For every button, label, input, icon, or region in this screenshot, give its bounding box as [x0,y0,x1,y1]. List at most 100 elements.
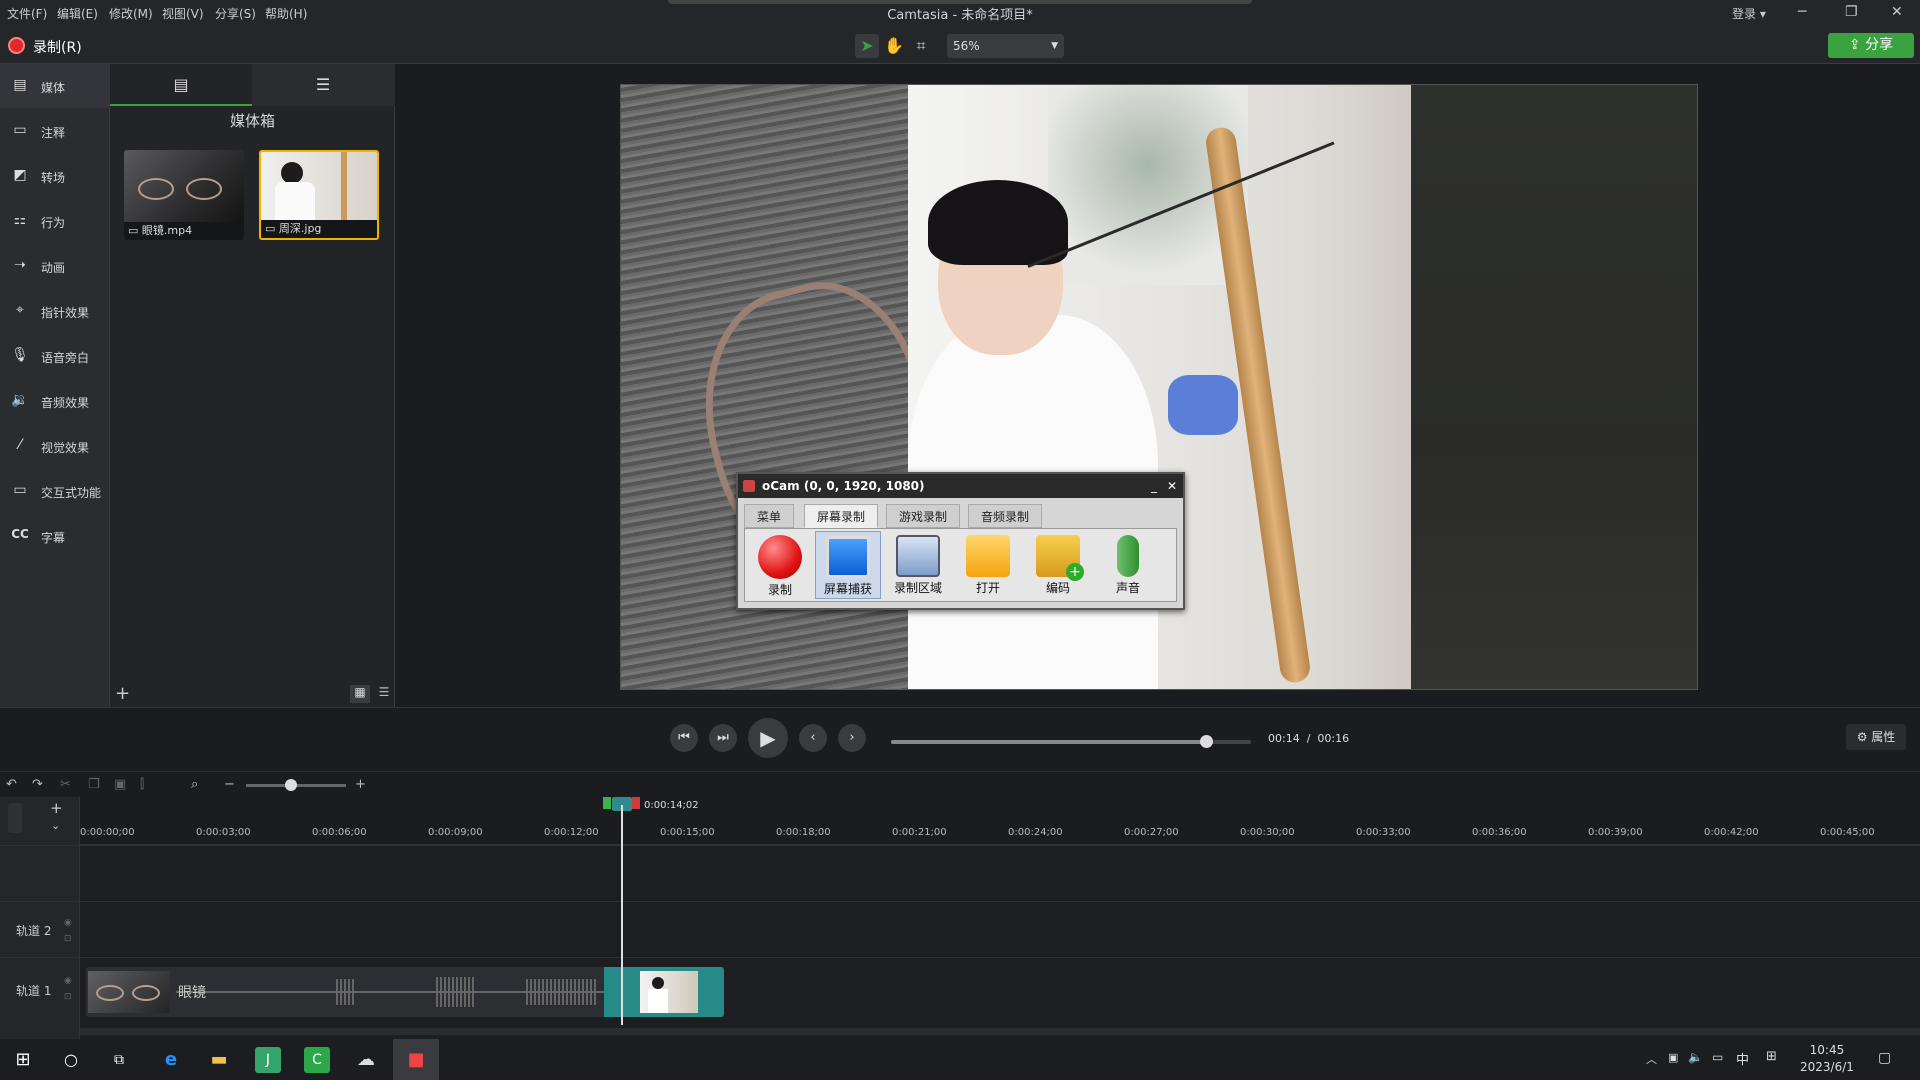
sidebar-item-wand[interactable]: ⁄ 视觉效果 [0,424,110,468]
sidebar-item-speaker[interactable]: 🔉 音频效果 [0,379,110,423]
step-back-icon[interactable]: ⏮ [670,724,698,752]
taskbar-clock[interactable]: 10:45 2023/6/1 [1800,1042,1854,1076]
redo-icon[interactable]: ↷ [32,777,43,792]
volume-icon[interactable]: 🔈 [1688,1050,1703,1064]
crop-tool-icon[interactable]: ⌗ [909,34,933,58]
timeline-zoom-slider[interactable] [246,779,346,791]
next-marker-icon[interactable]: › [838,724,866,752]
ocam-encode-button[interactable]: + 编码 [1025,531,1091,599]
ocam-tab-audio-record[interactable]: 音频录制 [968,504,1043,528]
media-thumb-photo[interactable]: ▭ 周深.jpg [259,150,379,240]
ocam-tab-game-record[interactable]: 游戏录制 [886,504,961,528]
ruler-tick-label: 0:00:36;00 [1472,827,1527,838]
file-explorer-icon[interactable]: ▬ [206,1047,232,1073]
record-button[interactable]: 录制(R) [33,37,82,57]
ocam-record-area-button[interactable]: 录制区域 [885,531,951,599]
ocam-record-button[interactable]: 录制 [747,531,813,599]
play-icon[interactable]: ▶ [748,718,788,758]
zoom-slider-handle[interactable] [285,779,297,791]
track-2[interactable]: 轨道 2 ◉ ⊡ [0,901,1920,957]
ocam-screen-capture-button[interactable]: 屏幕捕获 [815,531,881,599]
timeline-clip-glasses[interactable]: 眼镜 [86,967,724,1017]
media-thumb-glasses[interactable]: ▭ 眼镜.mp4 [124,150,244,240]
tray-chevron-icon[interactable]: ︿ [1646,1051,1657,1067]
ruler-tick-label: 0:00:24;00 [1008,827,1063,838]
copy-icon[interactable]: ❐ [88,777,100,792]
sidebar-item-label: 动画 [41,261,66,275]
paste-icon[interactable]: ▣ [114,777,126,792]
sidebar-item-cursor-effect[interactable]: ⌖ 指针效果 [0,289,110,333]
playback-scrubber[interactable] [891,735,1251,748]
lock-icon[interactable]: ⊡ [64,992,72,1002]
sidebar-item-cc[interactable]: CC 字幕 [0,514,110,558]
marker-toggle[interactable] [8,803,22,833]
restore-icon[interactable]: ❐ [1845,4,1858,20]
tray-app-icon[interactable]: ▣ [1668,1051,1678,1064]
pan-tool-icon[interactable]: ✋ [882,34,906,58]
time-ruler[interactable]: 0:00:00;00 0:00:03;00 0:00:06;00 0:00:09;00… [80,797,1920,845]
ocam-tab-screen-record[interactable]: 屏幕录制 [804,504,879,528]
ocam-sound-button[interactable]: 声音 [1095,531,1161,599]
ocam-taskbar-icon[interactable]: ■ [393,1039,439,1080]
animation-icon: ➝ [14,257,26,273]
ruler-tick-label: 0:00:18;00 [776,827,831,838]
app-gray-icon[interactable]: ☁ [353,1047,379,1073]
sidebar-item-label: 交互式功能 [41,486,102,500]
step-forward-icon[interactable]: ⏭ [709,724,737,752]
split-icon[interactable]: ⫿ [140,777,144,792]
lock-icon[interactable]: ⊡ [64,934,72,944]
ocam-tab-menu[interactable]: 菜单 [744,504,795,528]
previous-marker-icon[interactable]: ‹ [799,724,827,752]
cut-icon[interactable]: ✂ [60,777,71,792]
ocam-close-icon[interactable]: ✕ [1167,474,1177,498]
sidebar-item-media[interactable]: ▤ 媒体 [0,64,110,108]
add-media-icon[interactable]: + [115,683,130,704]
zoom-select[interactable]: 56% ▼ [947,34,1064,58]
bin-title: 媒体箱 [229,112,275,130]
login-button[interactable]: 登录 ▾ [1732,5,1766,22]
tab-media-bin[interactable]: ▤ [110,64,252,106]
ime-indicator[interactable]: 中 [1736,1049,1749,1068]
eye-icon[interactable]: ◉ [64,976,72,986]
search-icon[interactable]: ○ [58,1047,84,1073]
ocam-minimize-icon[interactable]: _ [1151,474,1157,498]
app-green-icon[interactable]: J [255,1047,281,1073]
list-view-icon[interactable]: ☰ [374,685,394,703]
timeline-scrollbar[interactable] [80,1028,1920,1035]
track-3-empty[interactable] [0,845,1920,901]
keyboard-icon[interactable]: ⊞ [1766,1049,1777,1064]
ruler-tick-label: 0:00:39;00 [1588,827,1643,838]
select-tool-icon[interactable]: ➤ [855,34,879,58]
share-button[interactable]: ⇪ 分享 [1828,33,1914,58]
task-view-icon[interactable]: ⧉ [106,1047,132,1073]
grid-view-icon[interactable]: ▦ [350,685,370,703]
edge-browser-icon[interactable]: e [158,1047,184,1073]
zoom-in-icon[interactable]: + [355,777,366,792]
sidebar-item-annotation[interactable]: ▭ 注释 [0,109,110,153]
minimize-icon[interactable]: ─ [1798,4,1806,20]
network-icon[interactable]: ▭ [1712,1050,1723,1064]
undo-icon[interactable]: ↶ [6,777,17,792]
add-track-icon[interactable]: + [50,799,63,817]
windows-start-icon[interactable]: ⊞ [10,1047,36,1073]
collapse-tracks-icon[interactable]: ⌄ [51,819,60,832]
record-dot-icon[interactable] [8,37,25,54]
scrubber-handle[interactable] [1200,735,1213,748]
sidebar-item-label: 字幕 [41,531,66,545]
notification-icon[interactable]: ▢ [1878,1050,1891,1066]
sidebar-item-interactive[interactable]: ▭ 交互式功能 [0,469,110,513]
tab-library[interactable]: ☰ [252,64,394,106]
sidebar-item-microphone[interactable]: 🎙 语音旁白 [0,334,110,378]
ocam-open-button[interactable]: 打开 [955,531,1021,599]
canvas-preview[interactable]: oCam (0, 0, 1920, 1080) _ ✕ 菜单 屏幕录制 游戏录制… [620,84,1698,690]
behavior-icon: ⚏ [13,212,27,228]
sidebar-item-transition[interactable]: ◩ 转场 [0,154,110,198]
media-label: ▭ 眼镜.mp4 [124,222,244,240]
camtasia-taskbar-icon[interactable]: C [304,1047,330,1073]
sidebar-item-behavior[interactable]: ⚏ 行为 [0,199,110,243]
close-icon[interactable]: ✕ [1891,4,1903,20]
zoom-out-icon[interactable]: − [224,777,235,792]
properties-button[interactable]: ⚙ 属性 [1846,724,1906,750]
eye-icon[interactable]: ◉ [64,918,72,928]
sidebar-item-animation[interactable]: ➝ 动画 [0,244,110,288]
